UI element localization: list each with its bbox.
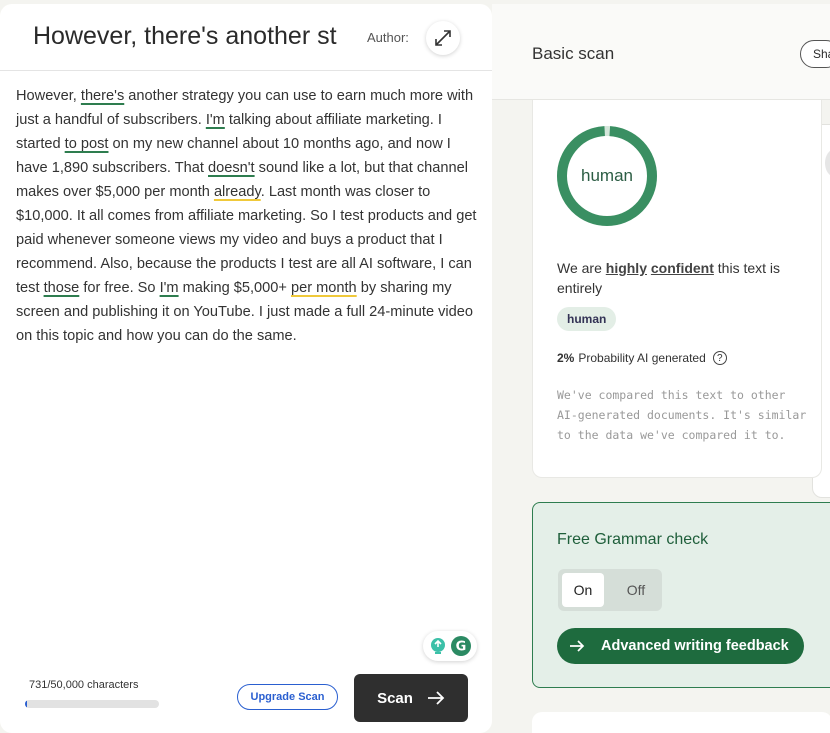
document-title[interactable]: However, there's another st (33, 22, 353, 51)
character-count: 731/50,000 characters (29, 679, 139, 691)
author-label[interactable]: Author: (367, 30, 409, 45)
editor-header: However, there's another st Author: (0, 4, 492, 71)
confidence-statement: We are highly confident this text is ent… (557, 258, 807, 298)
ai-probability-value: 2% (557, 351, 575, 365)
suggestion-highlight[interactable]: per month (291, 280, 357, 296)
advanced-feedback-button[interactable]: Advanced writing feedback (557, 628, 804, 664)
scan-button-label: Scan (377, 689, 413, 707)
character-progress-bar (25, 700, 159, 708)
grammar-widget[interactable]: G (423, 631, 477, 661)
human-score-donut: human (557, 126, 657, 226)
results-header: Basic scan Share (492, 4, 830, 100)
upgrade-scan-button[interactable]: Upgrade Scan (237, 684, 338, 710)
expand-button[interactable] (426, 21, 460, 55)
scan-button[interactable]: Scan (354, 674, 468, 722)
suggestion-highlight[interactable]: those (44, 280, 80, 296)
arrow-right-icon (427, 691, 445, 705)
scan-type-title: Basic scan (532, 44, 615, 63)
ai-probability-label: Probability AI generated (578, 351, 706, 365)
human-badge: human (557, 307, 617, 331)
svg-text:G: G (455, 640, 466, 655)
results-panel: Basic scan Share human We are highly con… (492, 0, 830, 733)
avatar (825, 149, 830, 177)
grammarly-icon: G (450, 636, 471, 656)
next-card (532, 712, 830, 733)
confidence-prefix: We are (557, 260, 606, 276)
character-progress-fill (25, 700, 27, 708)
expand-icon (435, 30, 451, 46)
toggle-on-option[interactable]: On (562, 573, 604, 607)
text-segment: However, (16, 88, 81, 104)
result-card: human We are highly confident this text … (532, 100, 822, 478)
lightbulb-icon (430, 638, 445, 654)
confidence-highly-link[interactable]: highly (606, 260, 647, 276)
suggestion-highlight[interactable]: I'm (206, 112, 225, 128)
arrow-right-icon (570, 640, 585, 652)
suggestion-highlight[interactable]: already (214, 184, 261, 200)
toggle-off-option[interactable]: Off (616, 573, 656, 607)
suggestion-highlight[interactable]: there's (81, 88, 124, 104)
ai-probability: 2% Probability AI generated ? (557, 351, 727, 365)
comparison-note: We've compared this text to other AI-gen… (557, 388, 807, 442)
editor-panel: However, there's another st Author: Howe… (0, 4, 492, 733)
advanced-feedback-label: Advanced writing feedback (601, 638, 789, 654)
confidence-confident-link[interactable]: confident (651, 260, 714, 276)
donut-label: human (581, 166, 633, 185)
text-segment: for free. So (79, 280, 160, 296)
share-button[interactable]: Share (800, 40, 830, 68)
text-segment: making $5,000+ (178, 280, 291, 296)
editor-text[interactable]: However, there's another strategy you ca… (16, 84, 478, 348)
suggestion-highlight[interactable]: I'm (160, 280, 179, 296)
grammar-check-title: Free Grammar check (557, 531, 709, 548)
suggestion-highlight[interactable]: to post (65, 136, 109, 152)
suggestion-highlight[interactable]: doesn't (208, 160, 255, 176)
grammar-toggle[interactable]: On Off (558, 569, 662, 611)
help-icon[interactable]: ? (712, 351, 727, 365)
grammar-check-card: Free Grammar check On Off Advanced writi… (532, 502, 830, 688)
